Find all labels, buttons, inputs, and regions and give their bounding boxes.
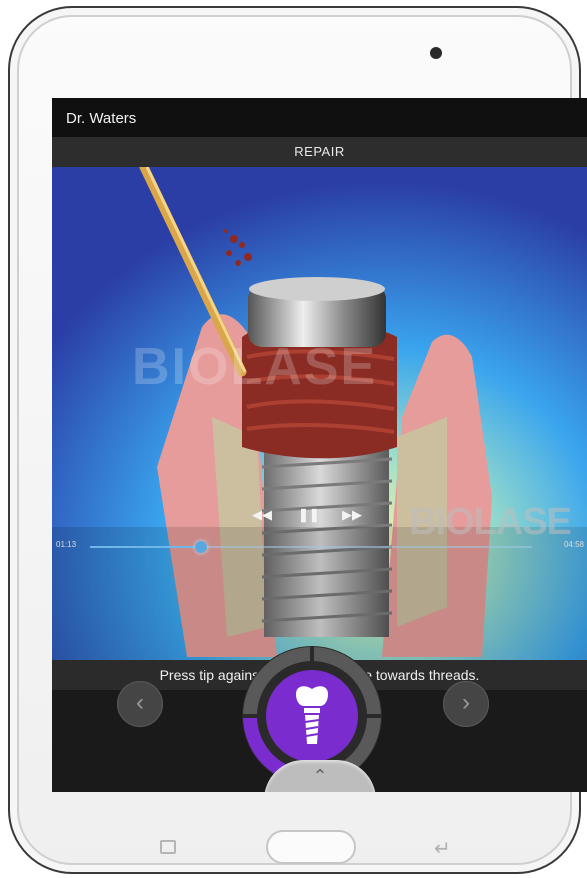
home-button[interactable]	[266, 830, 356, 864]
seek-thumb[interactable]	[194, 541, 207, 553]
seek-progress	[90, 546, 201, 548]
video-frame	[52, 167, 587, 660]
playback-controls: ◀◀ ❚❚ ▶▶	[242, 507, 372, 533]
user-name: Dr. Waters	[66, 110, 137, 127]
chevron-up-icon: ⌃	[312, 766, 328, 786]
app-screen: Dr. Waters REPAIR BIOLASE BIOLASE ◀◀ ❚❚ …	[52, 98, 587, 792]
back-icon[interactable]: ↵	[434, 836, 451, 861]
watermark: BIOLASE	[132, 338, 378, 396]
rewind-icon[interactable]: ◀◀	[252, 507, 272, 523]
next-button[interactable]: ›	[443, 681, 489, 727]
pause-icon[interactable]: ❚❚	[298, 507, 320, 523]
fast-forward-icon[interactable]: ▶▶	[342, 507, 362, 523]
control-panel: ‹ › ⌃	[52, 646, 587, 792]
chevron-left-icon: ‹	[136, 689, 144, 716]
recent-apps-icon[interactable]	[160, 840, 176, 854]
previous-button[interactable]: ‹	[117, 681, 163, 727]
top-bar: Dr. Waters	[52, 98, 587, 137]
total-time: 04:58	[563, 540, 584, 549]
front-camera	[430, 47, 442, 59]
seek-bar[interactable]: 01:13 04:58	[52, 537, 587, 557]
section-title: REPAIR	[52, 137, 587, 167]
chevron-right-icon: ›	[462, 689, 470, 716]
seek-track[interactable]	[90, 541, 532, 553]
video-player[interactable]: BIOLASE BIOLASE ◀◀ ❚❚ ▶▶ 01:13 04:58	[52, 167, 587, 660]
elapsed-time: 01:13	[56, 540, 77, 549]
